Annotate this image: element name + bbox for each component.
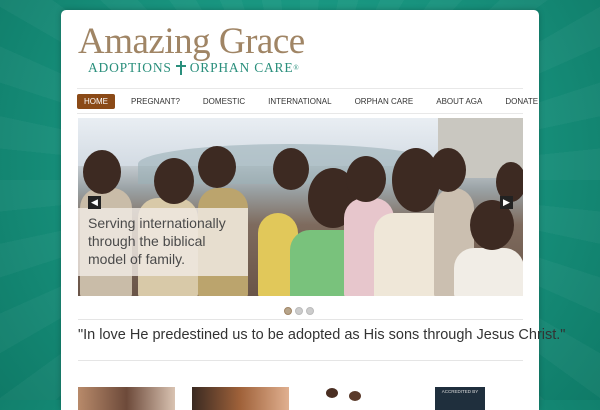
slide-figure: [198, 146, 236, 188]
slide-figure: [83, 150, 121, 194]
thumbnail-figure: [326, 388, 338, 398]
site-logo[interactable]: Amazing Grace ADOPTIONS ORPHAN CARE ®: [78, 22, 305, 76]
slide-figure: [154, 158, 194, 204]
nav-item-international[interactable]: INTERNATIONAL: [261, 94, 338, 109]
nav-item-home[interactable]: HOME: [77, 93, 115, 109]
slider-pagination: [284, 307, 314, 315]
logo-title: Amazing Grace: [78, 21, 305, 62]
nav-item-donate[interactable]: DONATE: [498, 94, 545, 109]
divider: [78, 360, 523, 361]
slider-next-button[interactable]: ▶: [500, 196, 513, 209]
feature-thumbnail-3[interactable]: [323, 387, 373, 410]
slider-prev-button[interactable]: ◀: [88, 196, 101, 209]
nav-item-pregnant[interactable]: PREGNANT?: [124, 94, 187, 109]
slide-figure: [273, 148, 309, 190]
slide-figure: [346, 156, 386, 202]
main-nav: HOME PREGNANT? DOMESTIC INTERNATIONAL OR…: [77, 88, 538, 114]
badge-text: ACCREDITED BY: [441, 389, 479, 394]
feature-thumbnail-1[interactable]: [78, 387, 175, 410]
divider: [78, 319, 523, 320]
arrow-right-icon: ▶: [503, 197, 510, 207]
scripture-quote: "In love He predestined us to be adopted…: [78, 327, 566, 343]
feature-thumbnail-2[interactable]: [192, 387, 289, 410]
logo-subtitle-right: ORPHAN CARE: [189, 60, 294, 75]
registered-mark: ®: [293, 64, 300, 72]
cross-icon: [175, 61, 186, 75]
slide-figure: [454, 248, 523, 296]
slide-figure: [430, 148, 466, 192]
slide-caption: Serving internationally through the bibl…: [78, 208, 248, 276]
accreditation-badge[interactable]: ACCREDITED BY: [435, 387, 485, 410]
arrow-left-icon: ◀: [91, 197, 98, 207]
page-container: Amazing Grace ADOPTIONS ORPHAN CARE ® HOM…: [61, 10, 566, 410]
slider-dot-2[interactable]: [295, 307, 303, 315]
nav-item-orphan-care[interactable]: ORPHAN CARE: [348, 94, 421, 109]
slider-dot-3[interactable]: [306, 307, 314, 315]
nav-item-domestic[interactable]: DOMESTIC: [196, 94, 252, 109]
nav-item-about-aga[interactable]: ABOUT AGA: [429, 94, 489, 109]
slider-dot-1[interactable]: [284, 307, 292, 315]
hero-slider[interactable]: Serving internationally through the bibl…: [78, 118, 523, 296]
logo-subtitle-left: ADOPTIONS: [88, 60, 172, 75]
logo-subtitle: ADOPTIONS ORPHAN CARE ®: [88, 60, 305, 76]
